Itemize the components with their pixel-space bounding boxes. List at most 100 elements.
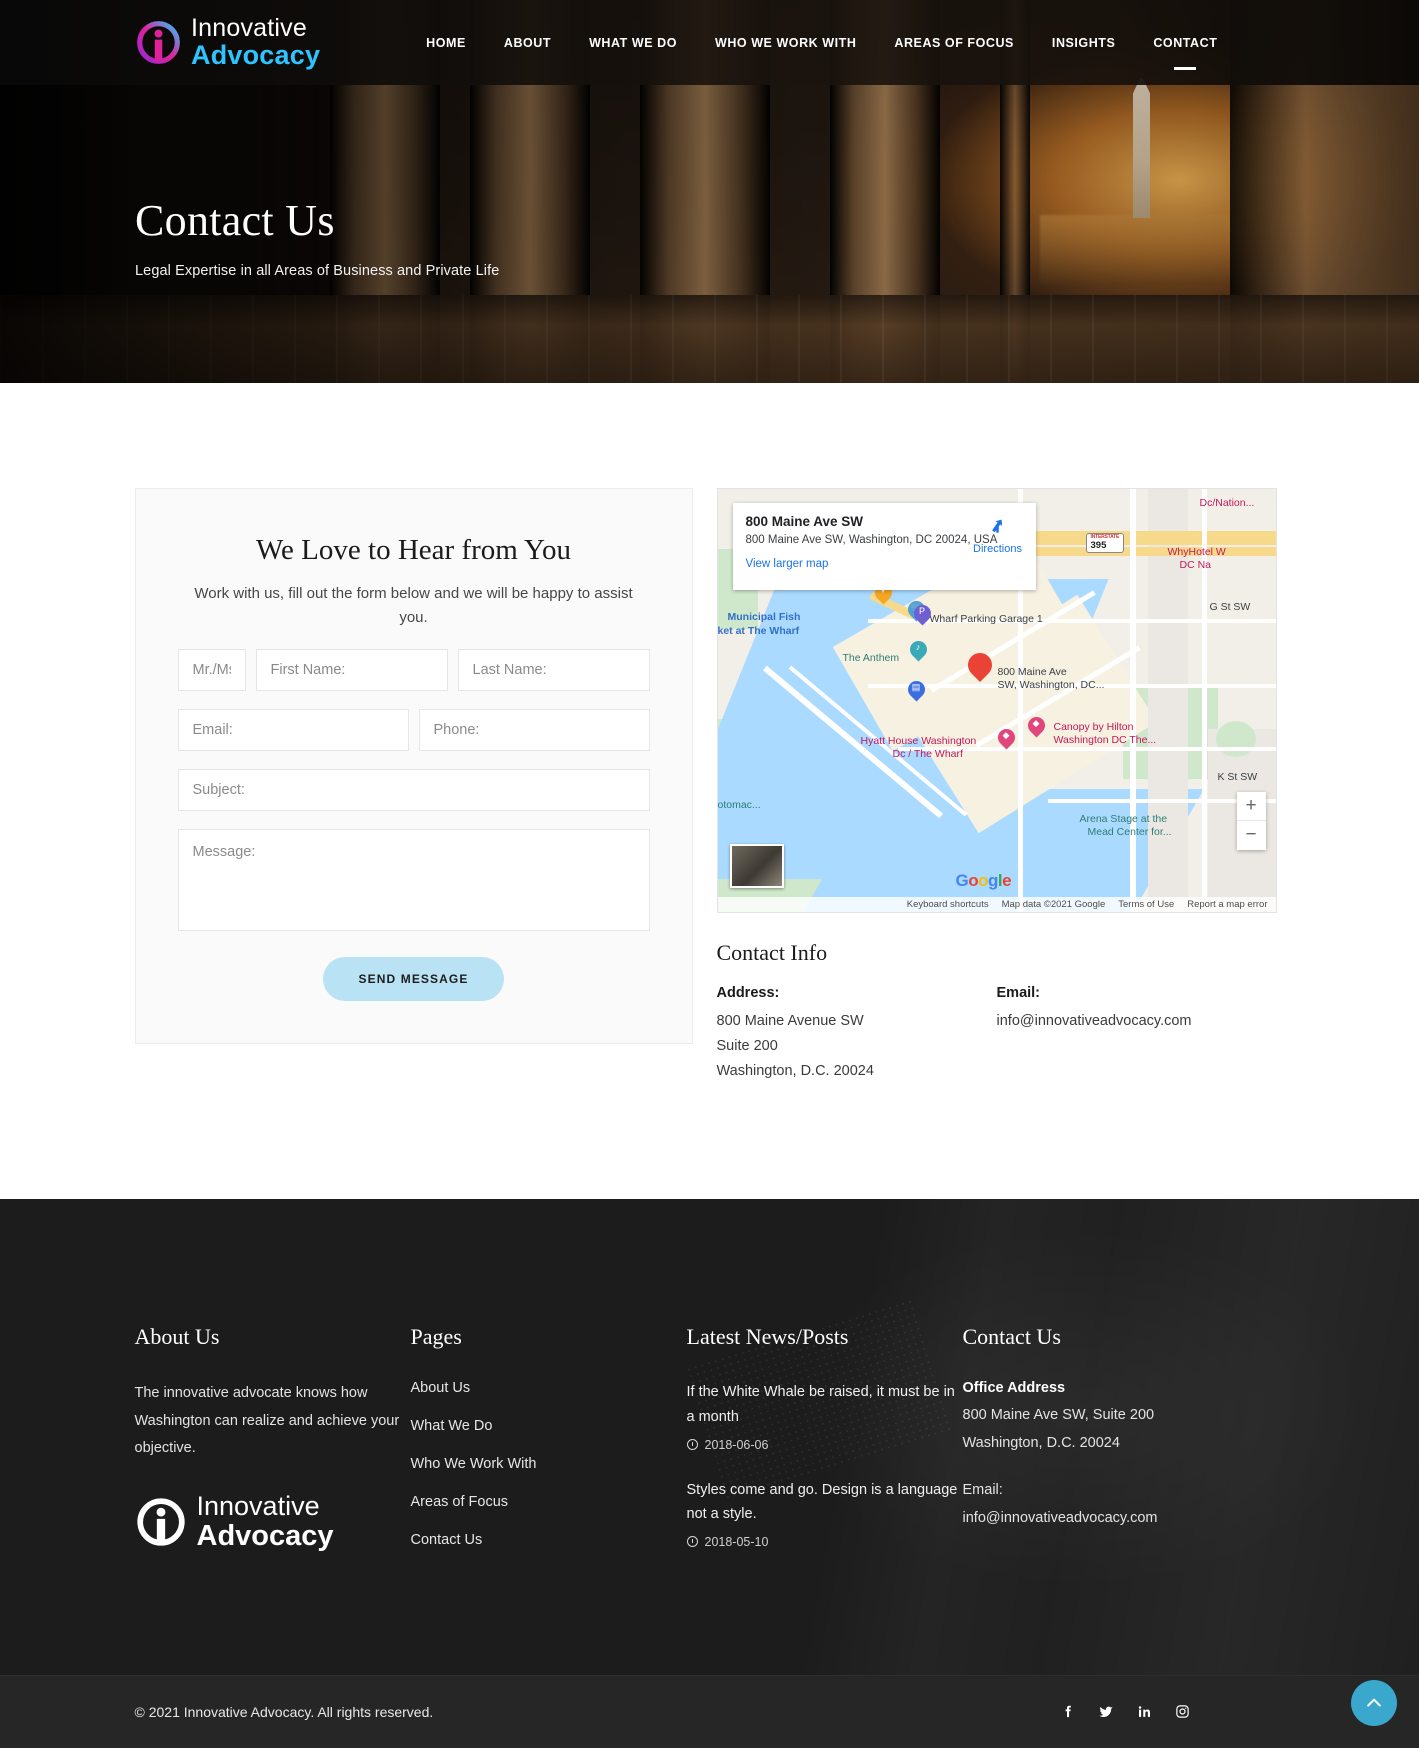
footer-about-text: The innovative advocate knows how Washin… — [134, 1385, 400, 1457]
site-header: Innovative Advocacy HOME ABOUT WHAT WE D… — [0, 0, 1419, 85]
directions-button[interactable]: Directions — [969, 516, 1027, 555]
footer-post[interactable]: If the White Whale be raised, it must be… — [686, 1380, 963, 1452]
directions-icon — [969, 516, 1027, 539]
footer-bottom-inner: © 2021 Innovative Advocacy. All rights r… — [135, 1676, 1285, 1748]
address-line-3: Washington, D.C. 20024 — [716, 1063, 874, 1080]
zoom-out-button[interactable]: − — [1237, 821, 1266, 850]
map-label-whyhotel: WhyHotel W — [1167, 546, 1226, 558]
form-row-name — [177, 648, 650, 691]
map-label-arena-2: Mead Center for... — [1087, 826, 1172, 838]
hero-banner: Innovative Advocacy HOME ABOUT WHAT WE D… — [0, 0, 1419, 383]
map-label-hyatt-2: Dc / The Wharf — [892, 748, 963, 760]
page-subtitle: Legal Expertise in all Areas of Business… — [135, 263, 500, 279]
footer-post-date: 2018-06-06 — [704, 1437, 769, 1452]
map-pin-canopy[interactable]: ◆ — [1028, 717, 1045, 740]
footer-logo-wordmark: Innovative Advocacy — [196, 1492, 334, 1552]
keyboard-shortcuts-link[interactable]: Keyboard shortcuts — [907, 899, 989, 910]
logo-icon — [135, 19, 182, 66]
footer-link-what-we-do[interactable]: What We Do — [411, 1418, 687, 1434]
email-value[interactable]: info@innovativeadvocacy.com — [997, 1009, 1277, 1034]
address-line-1: 800 Maine Avenue SW — [716, 1013, 864, 1029]
footer-logo-icon — [135, 1496, 187, 1548]
twitter-icon[interactable] — [1098, 1704, 1114, 1720]
footer-logo[interactable]: Innovative Advocacy — [135, 1492, 411, 1552]
footer-office-line-2: Washington, D.C. 20024 — [962, 1434, 1120, 1451]
social-links — [1060, 1704, 1190, 1720]
terms-of-use-link[interactable]: Terms of Use — [1118, 899, 1174, 910]
site-logo[interactable]: Innovative Advocacy — [135, 16, 320, 69]
map-pin-parking[interactable]: P — [914, 605, 931, 628]
map-highway-shield: INTERSTATE 395 — [1085, 533, 1125, 553]
page-title: Contact Us — [135, 196, 335, 245]
map-and-info-column: 800 Maine Ave SW 800 Maine Ave SW, Washi… — [716, 488, 1277, 1084]
title-input[interactable] — [177, 648, 246, 691]
footer-post-title: Styles come and go. Design is a language… — [686, 1481, 958, 1523]
phone-input[interactable] — [418, 708, 650, 751]
google-map[interactable]: 800 Maine Ave SW 800 Maine Ave SW, Washi… — [716, 488, 1277, 913]
map-label-municipal-fish-2: ket at The Wharf — [717, 625, 800, 637]
zoom-in-button[interactable]: + — [1236, 792, 1266, 821]
nav-item-insights[interactable]: INSIGHTS — [1033, 4, 1134, 82]
report-map-error-link[interactable]: Report a map error — [1187, 899, 1267, 910]
map-label-canopy: Canopy by Hilton — [1053, 721, 1134, 733]
nav-item-areas-of-focus[interactable]: AREAS OF FOCUS — [875, 4, 1033, 82]
footer-link-contact-us[interactable]: Contact Us — [411, 1532, 687, 1548]
chevron-up-icon — [1367, 1698, 1381, 1707]
view-larger-map-link[interactable]: View larger map — [746, 558, 1023, 570]
footer-link-who-we-work-with[interactable]: Who We Work With — [411, 1456, 687, 1472]
form-row-message — [177, 828, 650, 931]
email-label: Email: — [996, 985, 1041, 1001]
form-row-contact — [177, 708, 650, 751]
nav-item-home[interactable]: HOME — [407, 4, 485, 82]
footer-logo-line-2: Advocacy — [196, 1519, 334, 1552]
map-label-whyhotel-2: DC Na — [1179, 559, 1212, 571]
hero-text-block: Contact Us Legal Expertise in all Areas … — [135, 195, 499, 279]
nav-item-what-we-do[interactable]: WHAT WE DO — [570, 4, 696, 82]
address-label: Address: — [716, 985, 780, 1001]
contact-info-grid: Address: 800 Maine Avenue SW Suite 200 W… — [717, 985, 1277, 1084]
footer-post-meta: 2018-05-10 — [686, 1535, 963, 1549]
contact-info-email-col: Email: info@innovativeadvocacy.com — [997, 985, 1277, 1084]
map-pin-hyatt[interactable]: ◆ — [998, 729, 1015, 752]
last-name-input[interactable] — [457, 648, 650, 691]
nav-item-about[interactable]: ABOUT — [485, 4, 570, 82]
footer-post[interactable]: Styles come and go. Design is a language… — [686, 1478, 963, 1549]
shield-number: 395 — [1090, 539, 1107, 551]
email-input[interactable] — [177, 708, 409, 751]
contact-info-section: Contact Info Address: 800 Maine Avenue S… — [717, 940, 1277, 1084]
linkedin-icon[interactable] — [1137, 1704, 1152, 1719]
map-zoom-controls: + − — [1236, 792, 1266, 850]
footer-post-title: If the White Whale be raised, it must be… — [686, 1384, 955, 1425]
nav-item-contact[interactable]: CONTACT — [1134, 4, 1236, 82]
facebook-icon[interactable] — [1060, 1704, 1075, 1719]
footer-about-heading: About Us — [134, 1324, 220, 1350]
send-message-button[interactable]: SEND MESSAGE — [322, 956, 505, 1001]
footer-about-column: About Us The innovative advocate knows h… — [135, 1324, 411, 1575]
map-pin-transit[interactable]: ▤ — [908, 681, 925, 704]
copyright-text: © 2021 Innovative Advocacy. All rights r… — [134, 1703, 434, 1720]
scroll-to-top-button[interactable] — [1351, 1679, 1397, 1726]
main-navigation: HOME ABOUT WHAT WE DO WHO WE WORK WITH A… — [407, 4, 1236, 82]
subject-input[interactable] — [177, 768, 650, 811]
map-label-hyatt: Hyatt House Washington — [860, 735, 977, 747]
map-label-g-st: G St SW — [1209, 601, 1251, 613]
message-textarea[interactable] — [177, 828, 650, 931]
logo-line-2: Advocacy — [191, 40, 321, 70]
map-park — [1215, 721, 1256, 757]
first-name-input[interactable] — [255, 648, 448, 691]
map-info-card[interactable]: 800 Maine Ave SW 800 Maine Ave SW, Washi… — [732, 503, 1036, 590]
footer-link-areas-of-focus[interactable]: Areas of Focus — [411, 1494, 687, 1510]
footer-pages-column: Pages About Us What We Do Who We Work Wi… — [411, 1324, 687, 1575]
footer-contact-heading: Contact Us — [962, 1324, 1061, 1350]
footer-email-value[interactable]: info@innovativeadvocacy.com — [963, 1505, 1263, 1533]
map-label-dc-nation: Dc/Nation... — [1199, 497, 1255, 509]
footer-link-about-us[interactable]: About Us — [411, 1380, 687, 1396]
instagram-icon[interactable] — [1175, 1704, 1190, 1719]
form-heading: We Love to Hear from You — [256, 534, 571, 566]
map-satellite-thumbnail[interactable] — [729, 844, 784, 888]
map-pin-anthem[interactable]: ♪ — [910, 641, 927, 664]
map-label-marker-place: 800 Maine Ave — [997, 666, 1067, 678]
map-label-arena: Arena Stage at the — [1079, 813, 1168, 825]
map-pin-destination[interactable] — [968, 653, 992, 686]
nav-item-who-we-work-with[interactable]: WHO WE WORK WITH — [696, 4, 875, 82]
